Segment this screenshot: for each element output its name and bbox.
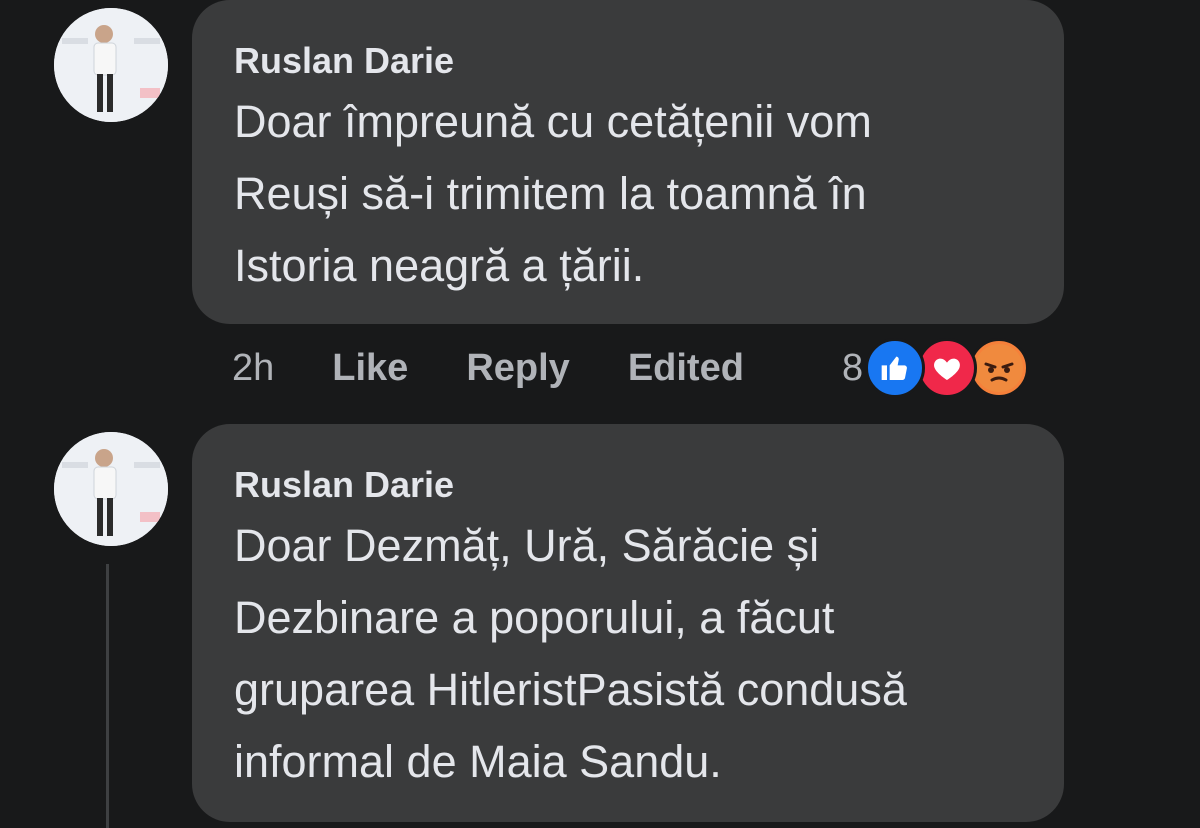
comment-text-line: Dezbinare a poporului, a făcut [234,592,835,643]
comment-bubble: Ruslan Darie Doar împreună cu cetățenii … [192,0,1064,324]
comment-text-line: gruparea HitleristPasistă condusă [234,664,907,715]
comment-author[interactable]: Ruslan Darie [234,40,454,82]
comment-text-line: Doar Dezmăț, Ură, Sărăcie și [234,520,820,571]
reply-button[interactable]: Reply [466,347,569,390]
avatar[interactable] [54,8,168,122]
comment-text-line: Reuși să-i trimitem la toamnă în [234,168,867,219]
comment-author[interactable]: Ruslan Darie [234,464,454,506]
like-button[interactable]: Like [332,347,408,390]
like-icon [865,338,926,398]
comment-text-line: Doar împreună cu cetățenii vom [234,96,872,147]
angry-icon [969,338,1030,398]
comment-timestamp[interactable]: 2h [232,347,274,390]
comment-actions: 2h Like Reply Edited [232,340,744,396]
comment-text-line: Istoria neagră a țării. [234,240,645,291]
thread-connector-line [106,564,109,828]
reaction-summary[interactable]: 8 [842,336,1030,400]
comment-text: Doar Dezmăț, Ură, Sărăcie și Dezbinare a… [234,510,907,798]
love-icon [917,338,978,398]
comment-text: Doar împreună cu cetățenii vom Reuși să-… [234,86,872,302]
comment-text-line: informal de Maia Sandu. [234,736,722,787]
avatar[interactable] [54,432,168,546]
reaction-count[interactable]: 8 [842,347,863,390]
edited-label[interactable]: Edited [628,347,744,390]
comment-bubble: Ruslan Darie Doar Dezmăț, Ură, Sărăcie ș… [192,424,1064,822]
